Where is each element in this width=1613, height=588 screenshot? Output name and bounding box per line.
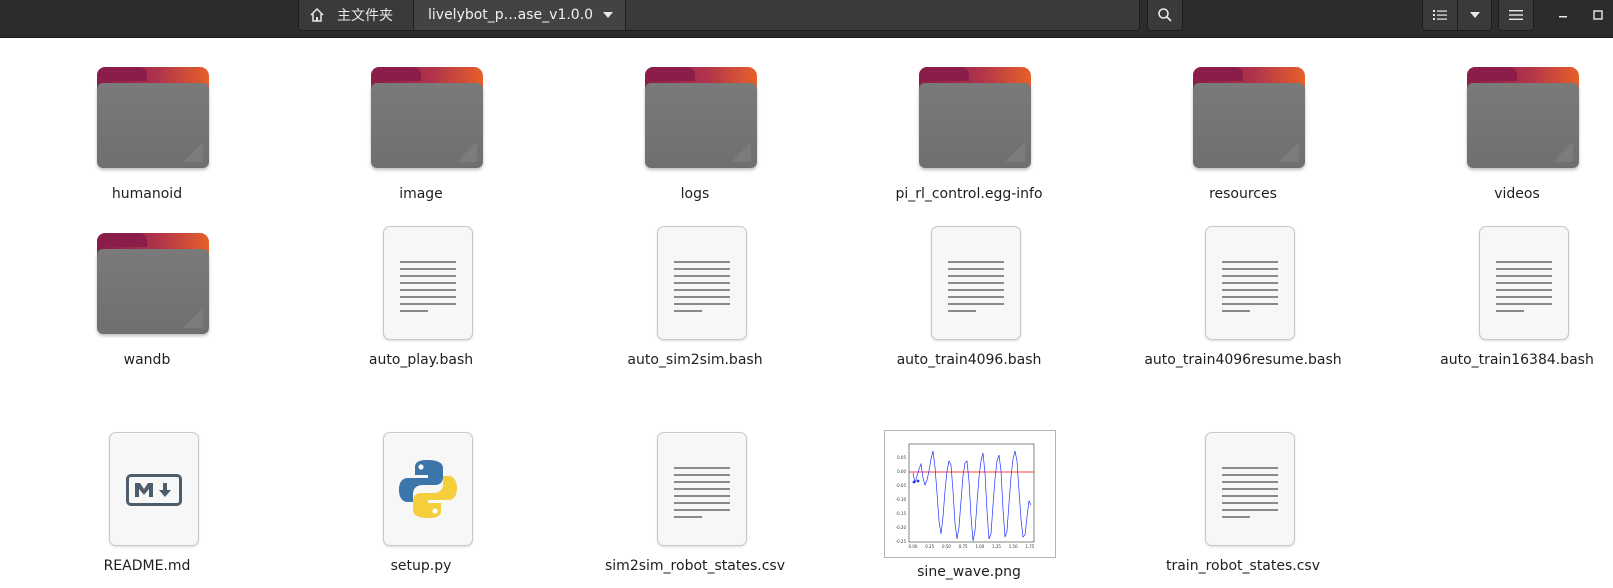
folder-icon (1457, 58, 1579, 178)
file-name: pi_rl_control.egg-info (895, 186, 1043, 202)
file-item-image[interactable]: image (321, 58, 521, 202)
thumb-y-tick: -0.15 (896, 511, 907, 516)
maximize-button[interactable] (1583, 0, 1613, 30)
thumb-x-tick: 1.00 (975, 544, 984, 549)
file-item-train-csv[interactable]: train_robot_states.csv (1143, 430, 1343, 574)
python-file-icon (361, 430, 481, 550)
view-options-button[interactable] (1457, 0, 1492, 31)
minimize-icon (1559, 16, 1567, 18)
thumb-x-tick: 0.25 (925, 544, 934, 549)
thumb-y-tick: -0.05 (896, 483, 907, 488)
file-item-sine-wave-png[interactable]: 0.05 0.00 -0.05 -0.10 -0.15 -0.20 -0.25 0.00 0.… (869, 430, 1069, 580)
file-item-resources[interactable]: resources (1143, 58, 1343, 202)
text-file-icon (1183, 224, 1303, 344)
file-item-auto-train16384[interactable]: auto_train16384.bash (1417, 224, 1613, 368)
file-name: auto_train16384.bash (1440, 352, 1594, 368)
text-file-icon (635, 430, 755, 550)
file-item-auto-play[interactable]: auto_play.bash (321, 224, 521, 368)
file-name: logs (680, 186, 710, 202)
file-name: wandb (123, 352, 171, 368)
file-name: setup.py (390, 558, 452, 574)
breadcrumb-current-label: livelybot_p…ase_v1.0.0 (428, 7, 594, 23)
maximize-icon (1593, 10, 1603, 20)
markdown-file-icon (87, 430, 207, 550)
file-item-sim2sim-csv[interactable]: sim2sim_robot_states.csv (595, 430, 795, 574)
thumb-y-tick: -0.25 (896, 539, 907, 544)
text-file-icon (635, 224, 755, 344)
thumb-x-tick: 1.75 (1025, 544, 1034, 549)
markdown-badge (126, 474, 182, 506)
file-name: auto_play.bash (368, 352, 474, 368)
breadcrumb-home-label: 主文件夹 (337, 8, 393, 24)
text-file-icon (1457, 224, 1577, 344)
view-toggle-button[interactable] (1422, 0, 1458, 31)
minimize-button[interactable] (1548, 0, 1578, 30)
file-item-auto-train4096[interactable]: auto_train4096.bash (869, 224, 1069, 368)
python-logo-icon (399, 460, 457, 518)
folder-icon (87, 58, 209, 178)
file-name: README.md (103, 558, 191, 574)
file-item-setup-py[interactable]: setup.py (321, 430, 521, 574)
file-name: sim2sim_robot_states.csv (605, 558, 785, 574)
hamburger-menu-icon (1509, 10, 1523, 20)
file-item-readme[interactable]: README.md (47, 430, 247, 574)
text-file-icon (909, 224, 1029, 344)
folder-icon (909, 58, 1031, 178)
breadcrumb-home[interactable]: 主文件夹 (299, 0, 414, 30)
chevron-down-icon (1469, 12, 1480, 18)
chevron-down-icon (603, 12, 613, 18)
image-thumbnail: 0.05 0.00 -0.05 -0.10 -0.15 -0.20 -0.25 0.00 0.… (882, 430, 1056, 558)
folder-icon (635, 58, 757, 178)
home-icon (310, 7, 324, 22)
file-name: humanoid (111, 186, 183, 202)
file-item-auto-train4096resume[interactable]: auto_train4096resume.bash (1143, 224, 1343, 368)
breadcrumb-current-folder[interactable]: livelybot_p…ase_v1.0.0 (414, 0, 626, 30)
header-bar: 主文件夹 livelybot_p…ase_v1.0.0 (0, 0, 1613, 38)
list-view-icon (1433, 10, 1447, 20)
file-item-logs[interactable]: logs (595, 58, 795, 202)
search-icon (1158, 8, 1172, 22)
file-item-auto-sim2sim[interactable]: auto_sim2sim.bash (595, 224, 795, 368)
thumb-y-tick: -0.10 (896, 497, 907, 502)
file-name: train_robot_states.csv (1165, 558, 1321, 574)
path-bar: 主文件夹 livelybot_p…ase_v1.0.0 (298, 0, 1140, 31)
main-menu-button[interactable] (1498, 0, 1534, 31)
text-file-icon (361, 224, 481, 344)
file-item-egg-info[interactable]: pi_rl_control.egg-info (869, 58, 1069, 202)
thumb-y-tick: 0.05 (897, 455, 906, 460)
thumb-x-tick: 0.50 (942, 544, 951, 549)
file-item-humanoid[interactable]: humanoid (47, 58, 247, 202)
file-name: auto_train4096resume.bash (1144, 352, 1342, 368)
file-name: auto_train4096.bash (896, 352, 1042, 368)
file-name: resources (1209, 186, 1277, 202)
thumb-x-tick: 1.50 (1009, 544, 1018, 549)
file-name: image (399, 186, 443, 202)
file-name: sine_wave.png (917, 564, 1021, 580)
file-name: videos (1494, 186, 1540, 202)
folder-icon (1183, 58, 1305, 178)
text-file-icon (1183, 430, 1303, 550)
sine-wave-plot-thumbnail: 0.05 0.00 -0.05 -0.10 -0.15 -0.20 -0.25 0.00 0.… (896, 443, 1035, 549)
thumb-x-tick: 0.00 (909, 544, 918, 549)
thumb-x-tick: 1.25 (992, 544, 1001, 549)
file-name: auto_sim2sim.bash (627, 352, 763, 368)
folder-icon (361, 58, 483, 178)
thumb-y-tick: 0.00 (897, 469, 906, 474)
folder-icon (87, 224, 209, 344)
search-button[interactable] (1147, 0, 1183, 31)
file-item-wandb[interactable]: wandb (47, 224, 247, 368)
thumb-x-tick: 0.75 (959, 544, 968, 549)
file-item-videos[interactable]: videos (1417, 58, 1613, 202)
thumb-y-tick: -0.20 (896, 525, 907, 530)
